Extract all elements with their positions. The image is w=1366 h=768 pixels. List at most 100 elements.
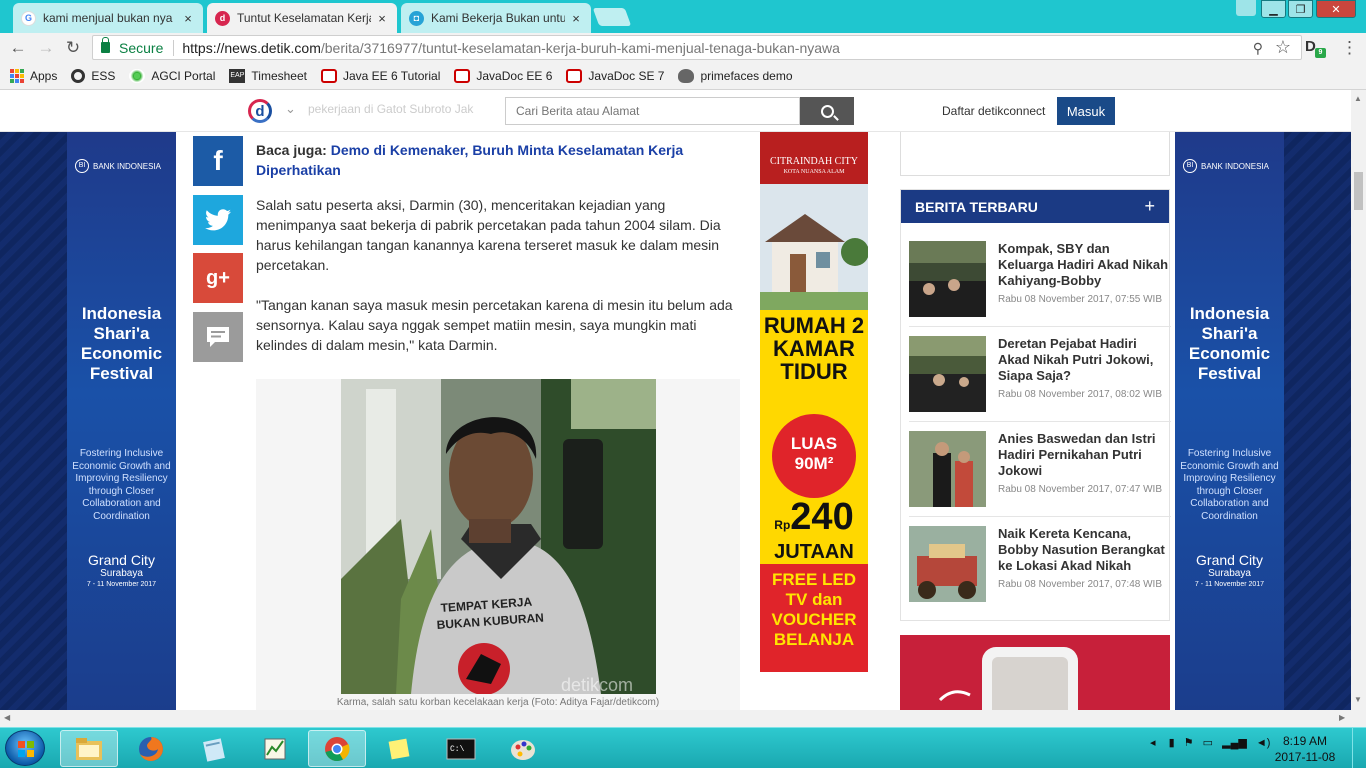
taskbar-file-explorer[interactable] [60,730,118,767]
action-center-icon[interactable]: ⚑ [1184,737,1194,749]
search-zoom-icon[interactable]: ⚲ [1253,40,1263,57]
property-ad[interactable]: CITRAINDAH CITY KOTA NUANSA ALAM RUMAH 2… [760,132,868,672]
taskbar-clock[interactable]: 8:19 AM 2017-11-08 [1270,733,1340,765]
news-item[interactable]: Deretan Pejabat Hadiri Akad Nikah Putri … [909,327,1171,422]
scroll-right-arrow-icon[interactable]: ▶ [1339,713,1345,722]
minimize-button[interactable]: ▁ [1261,0,1286,18]
bookmark-label: AGCI Portal [151,68,216,83]
start-button[interactable] [5,730,45,766]
right-banner-ad[interactable]: BI BANK INDONESIA Indonesia Shari'a Econo… [1175,132,1351,710]
close-icon[interactable]: × [569,11,583,26]
folder-icon [76,737,102,760]
news-title[interactable]: Kompak, SBY dan Keluarga Hadiri Akad Nik… [998,241,1168,289]
scroll-down-arrow-icon[interactable]: ▼ [1354,695,1362,704]
bookmark-javadoc-se7[interactable]: JavaDoc SE 7 [566,68,664,83]
news-item[interactable]: Kompak, SBY dan Keluarga Hadiri Akad Nik… [909,232,1171,327]
browser-tabstrip: G kami menjual bukan nya × d Tuntut Kese… [0,0,1366,33]
scroll-up-arrow-icon[interactable]: ▲ [1354,94,1362,103]
ad-price-prefix: Rp [774,518,791,532]
show-hidden-icons-icon[interactable]: ◂ [1150,737,1156,749]
tab-google-search[interactable]: G kami menjual bukan nya × [13,3,203,33]
widget-header: BERITA TERBARU + [901,190,1169,223]
register-link[interactable]: Daftar detikconnect [942,104,1045,118]
bookmark-apps[interactable]: Apps [10,68,57,83]
news-title[interactable]: Anies Baswedan dan Istri Hadiri Pernikah… [998,431,1168,479]
taskbar-app-3[interactable] [184,730,242,767]
taskbar-command-prompt[interactable]: C:\ [432,730,490,767]
detik-logo[interactable]: d [248,99,272,123]
horizontal-scrollbar[interactable]: ◀ ▶ [0,710,1351,727]
taskbar-sticky-notes[interactable] [370,730,428,767]
chrome-icon [325,736,350,761]
new-tab-button[interactable] [592,8,632,26]
vertical-scrollbar[interactable]: ▲ ▼ [1351,90,1366,727]
google-plus-share-button[interactable]: g+ [193,253,243,303]
ad-price-value: 240 [790,496,854,538]
taskbar-firefox[interactable] [122,730,180,767]
facebook-share-button[interactable]: f [193,136,243,186]
article-photo[interactable]: TEMPAT KERJA BUKAN KUBURAN detikcom [341,379,656,694]
city-sub: Surabaya [1208,568,1251,579]
bookmark-ess[interactable]: ESS [71,68,115,83]
comment-button[interactable] [193,312,243,362]
ad-price: Rp240 JUTAAN [760,498,868,562]
site-header: d ⌄ pekerjaan di Gatot Subroto Jak Dafta… [0,90,1351,132]
plus-icon[interactable]: + [1144,196,1155,217]
volume-icon[interactable]: ◄) [1256,737,1271,749]
header-faded-text: pekerjaan di Gatot Subroto Jak [308,102,474,116]
signal-icon[interactable]: ▂▄▆ [1222,737,1247,749]
bank-logo-icon: BI [75,159,89,173]
address-bar[interactable]: Secure https://news.detik.com/berita/371… [92,35,1302,60]
news-title[interactable]: Deretan Pejabat Hadiri Akad Nikah Putri … [998,336,1168,384]
close-icon[interactable]: × [375,11,389,26]
svg-text:detikcom: detikcom [561,675,633,694]
phone-ad[interactable] [900,635,1170,710]
scroll-left-arrow-icon[interactable]: ◀ [4,713,10,722]
show-desktop-button[interactable] [1352,728,1366,768]
extension-icon[interactable]: D9 [1305,38,1326,58]
login-button[interactable]: Masuk [1057,97,1115,125]
bookmark-javadoc-ee6[interactable]: JavaDoc EE 6 [454,68,552,83]
reload-icon[interactable]: ↻ [63,38,83,58]
tab-kami-bekerja[interactable]: ◘ Kami Bekerja Bukan untu × [401,3,591,33]
twitter-share-button[interactable] [193,195,243,245]
news-item[interactable]: Anies Baswedan dan Istri Hadiri Pernikah… [909,422,1171,517]
photo-caption: Karma, salah satu korban kecelakaan kerj… [336,697,660,708]
taskbar-chrome[interactable] [308,730,366,767]
city-name: Grand City [1196,552,1263,568]
close-icon[interactable]: × [181,11,195,26]
power-icon[interactable]: ▭ [1203,737,1213,749]
scrollbar-thumb[interactable] [1354,172,1363,210]
profile-icon[interactable] [1236,0,1256,16]
window-close-button[interactable]: ✕ [1316,0,1356,18]
bookmark-agci-portal[interactable]: AGCI Portal [129,68,216,83]
taskbar-paint[interactable] [494,730,552,767]
news-date: Rabu 08 November 2017, 07:55 WIB [998,294,1162,305]
taskbar-app-4[interactable] [246,730,304,767]
google-icon: G [21,10,36,26]
bookmark-star-icon[interactable]: ☆ [1275,37,1291,58]
tab-detik-article[interactable]: d Tuntut Keselamatan Kerja × [207,3,397,33]
left-banner-ad[interactable]: BI BANK INDONESIA Indonesia Shari'a Econo… [0,132,176,710]
bookmarks-bar: Apps ESS AGCI Portal EAP Timesheet Java … [0,62,1366,90]
browser-toolbar: ← → ↻ Secure https://news.detik.com/beri… [0,33,1366,62]
back-arrow-icon[interactable]: ← [8,38,28,58]
search-input[interactable] [505,97,800,125]
news-item[interactable]: Naik Kereta Kencana, Bobby Nasution Bera… [909,517,1171,612]
bookmark-java-ee6-tutorial[interactable]: Java EE 6 Tutorial [320,68,440,83]
chrome-menu-icon[interactable]: ⋮ [1341,38,1358,58]
comment-icon [207,327,229,347]
forward-arrow-icon[interactable]: → [36,38,56,58]
bookmark-primefaces-demo[interactable]: primefaces demo [678,68,793,83]
bookmark-timesheet[interactable]: EAP Timesheet [229,68,307,83]
network-icon[interactable]: ▮ [1169,737,1175,749]
lock-icon [101,37,110,53]
restore-button[interactable]: ❐ [1288,0,1313,18]
search-button[interactable] [800,97,854,125]
chevron-down-icon[interactable]: ⌄ [285,101,296,117]
banner-subtitle: Fostering Inclusive Economic Growth and … [1180,448,1279,522]
eap-icon: EAP [229,68,246,83]
banner-city: Grand City Surabaya [1175,552,1284,580]
primefaces-icon [678,68,695,83]
news-title[interactable]: Naik Kereta Kencana, Bobby Nasution Bera… [998,526,1168,574]
